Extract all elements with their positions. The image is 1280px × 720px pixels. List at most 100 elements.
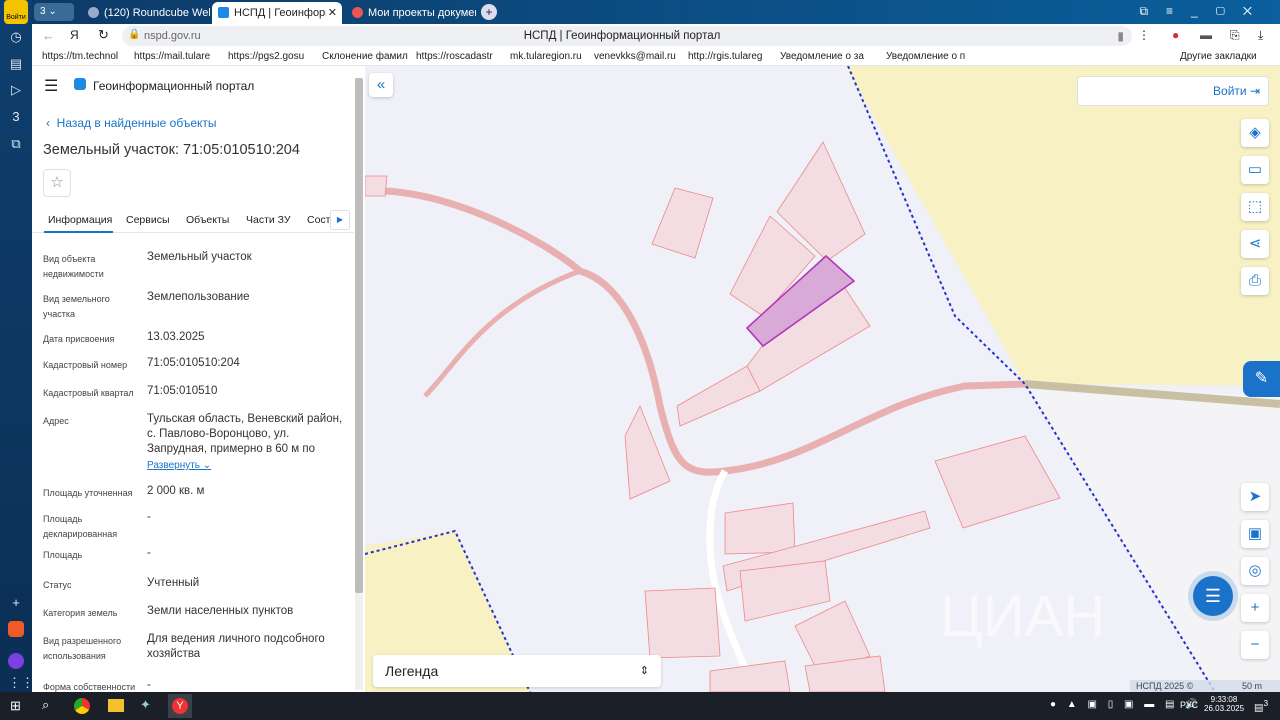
reload-icon[interactable]: ↻ [98, 27, 109, 43]
collections-icon[interactable]: ▤ [8, 56, 24, 72]
expand-address-link[interactable]: Развернуть ⌄ [147, 460, 211, 471]
geolocation-icon[interactable]: ◎ [1241, 557, 1269, 585]
extension-icon[interactable]: ● [1172, 28, 1179, 42]
field-label: Вид земельного участка [43, 294, 110, 319]
back-icon[interactable]: ← [42, 28, 55, 43]
copyright-text: НСПД 2025 © [1136, 681, 1194, 691]
field-label: Площадь уточненная [43, 488, 133, 498]
chat-button[interactable]: ☰ [1193, 576, 1233, 616]
tab-information[interactable]: Информация [48, 214, 112, 226]
profile-login-button[interactable]: Войти [4, 0, 28, 24]
object-title: Земельный участок: 71:05:010510:204 [43, 142, 300, 158]
tabs-scroll-right-button[interactable]: ▶ [330, 210, 350, 230]
file-explorer-icon[interactable] [108, 699, 124, 712]
notifications-icon[interactable]: ▤3 [1254, 698, 1268, 713]
watermark: ЦИАН [940, 584, 1105, 649]
field-label: Статус [43, 580, 72, 590]
field-value: 2 000 кв. м [147, 485, 205, 497]
map-view[interactable]: ЦИАН « Войти ⇥ ◈ ▭ ⬚ ⋖ ⎙ ✎ ➤ ▣ ◎ + − ☰ Л… [365, 66, 1280, 692]
zoom-out-button[interactable]: − [1241, 631, 1269, 659]
menu-icon[interactable]: ⋮ [1138, 28, 1150, 42]
ruler-icon[interactable]: ▭ [1241, 156, 1269, 184]
bookmark[interactable]: https://pgs2.gosu [228, 51, 304, 62]
scrollbar-thumb[interactable] [355, 78, 363, 593]
url-text: nspd.gov.ru [144, 30, 201, 42]
window-controls[interactable]: ⧉≡_▢✕ [1139, 4, 1270, 19]
taskbar: ⊞ ⌕ ✦ Y ● ▲ ▣ ▯ ▣ ▬ ▤ 🔊 РУС 9:33:08 26.03… [0, 692, 1280, 720]
field-value: 71:05:010510:204 [147, 357, 240, 369]
close-tab-icon[interactable]: ✕ [328, 2, 337, 24]
field-label: Площадь [43, 550, 83, 560]
back-link-label: Назад в найденные объекты [56, 116, 217, 130]
bookmark[interactable]: https://mail.tulare [134, 51, 210, 62]
new-tab-button[interactable]: + [481, 4, 497, 20]
history-icon[interactable]: ◷ [8, 29, 24, 45]
share-icon[interactable]: ⋖ [1241, 230, 1269, 258]
download-icon[interactable]: ⤓ [1258, 28, 1263, 43]
reader-icon[interactable]: ⎘ [1230, 28, 1240, 43]
field-value: - [147, 547, 151, 559]
tab-roundcube[interactable]: (120) Roundcube Webmail [82, 2, 210, 24]
yandex-icon[interactable]: Я [70, 28, 79, 42]
add-icon[interactable]: + [8, 595, 24, 611]
bookmark[interactable]: mk.tularegion.ru [510, 51, 582, 62]
legend-dropdown[interactable]: Легенда ⇕ [373, 655, 661, 687]
tab-label: Мои проекты документов [368, 7, 476, 19]
back-link[interactable]: ‹ Назад в найденные объекты [46, 116, 217, 130]
url-field[interactable]: 🔒 nspd.gov.ru НСПД | Геоинформационный п… [122, 26, 1132, 46]
app-3-icon[interactable]: 3 [8, 109, 24, 125]
tab-nspd[interactable]: НСПД | Геоинформационный портал✕ [212, 2, 342, 24]
extension2-icon[interactable]: ▬ [1200, 28, 1212, 42]
panel-scrollbar[interactable] [355, 78, 363, 690]
tray-icons[interactable]: ● ▲ ▣ ▯ ▣ ▬ ▤ 🔊 [1050, 699, 1202, 710]
updown-chevron-icon: ⇕ [639, 665, 649, 677]
select-area-icon[interactable]: ⬚ [1241, 193, 1269, 221]
tab-parts[interactable]: Части ЗУ [246, 214, 291, 226]
tab-services[interactable]: Сервисы [126, 214, 170, 226]
address-bar-row: ← Я ↻ 🔒 nspd.gov.ru НСПД | Геоинформацио… [32, 24, 1280, 48]
bookmark[interactable]: Уведомление о п [886, 51, 965, 62]
windows-start-icon[interactable]: ⊞ [10, 698, 21, 714]
search-icon[interactable]: ⌕ [42, 697, 49, 713]
other-bookmarks[interactable]: Другие закладки [1180, 51, 1257, 62]
language-indicator[interactable]: РУС [1180, 700, 1198, 710]
tab-projects[interactable]: Мои проекты документов [346, 2, 476, 24]
legend-label: Легенда [385, 663, 439, 679]
map-canvas[interactable]: ЦИАН [365, 66, 1280, 692]
alice-icon[interactable] [8, 653, 24, 669]
print-icon[interactable]: ⎙ [1241, 267, 1269, 295]
app-icon[interactable]: ✦ [140, 697, 151, 713]
login-label: Войти [1213, 84, 1247, 98]
clock[interactable]: 9:33:08 26.03.2025 [1204, 695, 1244, 713]
field-value: Землепользование [147, 291, 250, 303]
feedback-icon[interactable]: ✎ [1243, 361, 1280, 397]
minimap-icon[interactable]: ▣ [1241, 520, 1269, 548]
hamburger-menu-icon[interactable]: ☰ [44, 76, 58, 96]
tab-label: (120) Roundcube Webmail [104, 7, 210, 19]
info-tabs: Информация Сервисы Объекты Части ЗУ Сост… [32, 206, 354, 233]
tab-group-button[interactable]: 3 ⌄ [34, 3, 74, 21]
bookmark[interactable]: Склонение фамил [322, 51, 408, 62]
field-value: 13.03.2025 [147, 331, 205, 343]
bookmark[interactable]: http://rgis.tulareg [688, 51, 762, 62]
video-icon[interactable]: ▷ [8, 82, 24, 98]
favorite-star-button[interactable]: ☆ [43, 169, 71, 197]
scale-bar: 50 m [1230, 680, 1274, 692]
navigate-icon[interactable]: ➤ [1241, 483, 1269, 511]
market-icon[interactable] [8, 621, 24, 637]
chrome-icon[interactable] [74, 698, 90, 714]
tab-objects[interactable]: Объекты [186, 214, 229, 226]
screenshot-icon[interactable]: ⧉ [8, 136, 24, 152]
bookmark[interactable]: https://roscadastr [416, 51, 493, 62]
bookmark-icon[interactable]: ▮ [1117, 29, 1124, 43]
login-button[interactable]: Войти ⇥ [1077, 76, 1269, 106]
field-value: - [147, 511, 151, 523]
collapse-panel-button[interactable]: « [369, 73, 393, 97]
bookmark[interactable]: venevkks@mail.ru [594, 51, 676, 62]
zoom-in-button[interactable]: + [1241, 594, 1269, 622]
bookmark[interactable]: https://tm.technol [42, 51, 118, 62]
apps-grid-icon[interactable]: ⋮⋮ [8, 675, 34, 691]
layers-icon[interactable]: ◈ [1241, 119, 1269, 147]
yandex-browser-icon[interactable]: Y [168, 694, 192, 718]
bookmark[interactable]: Уведомление о за [780, 51, 864, 62]
